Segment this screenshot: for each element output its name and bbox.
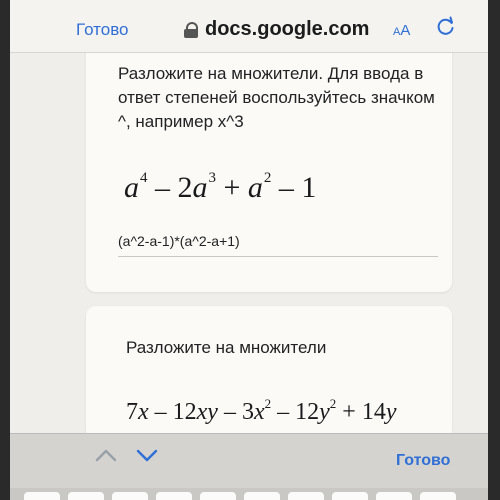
question-2-expression: 7x – 12xy – 3x2 – 12y2 + 14y <box>126 396 397 425</box>
keyboard-key[interactable] <box>200 492 236 500</box>
keyboard-key[interactable] <box>68 492 104 500</box>
chevron-up-icon[interactable] <box>94 446 118 469</box>
keyboard-done-button[interactable]: Готово <box>396 452 450 470</box>
answer-input-1[interactable]: (a^2-a-1)*(a^2-a+1) <box>118 233 438 257</box>
keyboard-key[interactable] <box>332 492 368 500</box>
keyboard-key[interactable] <box>244 492 280 500</box>
phone-screen: Разложите на множители. Для ввода в отве… <box>10 0 488 500</box>
text-size-button[interactable]: AA <box>393 22 410 39</box>
reload-icon[interactable] <box>435 14 457 43</box>
address-bar[interactable]: docs.google.com <box>184 18 369 41</box>
question-1-expression: a4 – 2a3 + a2 – 1 <box>124 170 317 204</box>
question-card-1: Разложите на множители. Для ввода в отве… <box>86 40 452 292</box>
keyboard-key[interactable] <box>288 492 324 500</box>
keyboard-key[interactable] <box>420 492 456 500</box>
question-1-text: Разложите на множители. Для ввода в отве… <box>118 64 435 131</box>
keyboard-key[interactable] <box>156 492 192 500</box>
keyboard-key[interactable] <box>376 492 412 500</box>
question-2-text: Разложите на множители <box>126 338 327 357</box>
done-button[interactable]: Готово <box>76 20 129 40</box>
keyboard-key[interactable] <box>24 492 60 500</box>
chevron-down-icon[interactable] <box>135 446 159 469</box>
keyboard-accessory-bar: Готово <box>10 433 488 489</box>
url-text: docs.google.com <box>205 18 370 40</box>
keyboard-key[interactable] <box>112 492 148 500</box>
lock-icon <box>184 21 198 38</box>
question-card-2: Разложите на множители 7x – 12xy – 3x2 –… <box>86 306 452 440</box>
browser-top-bar: Готово docs.google.com AA <box>10 0 488 53</box>
